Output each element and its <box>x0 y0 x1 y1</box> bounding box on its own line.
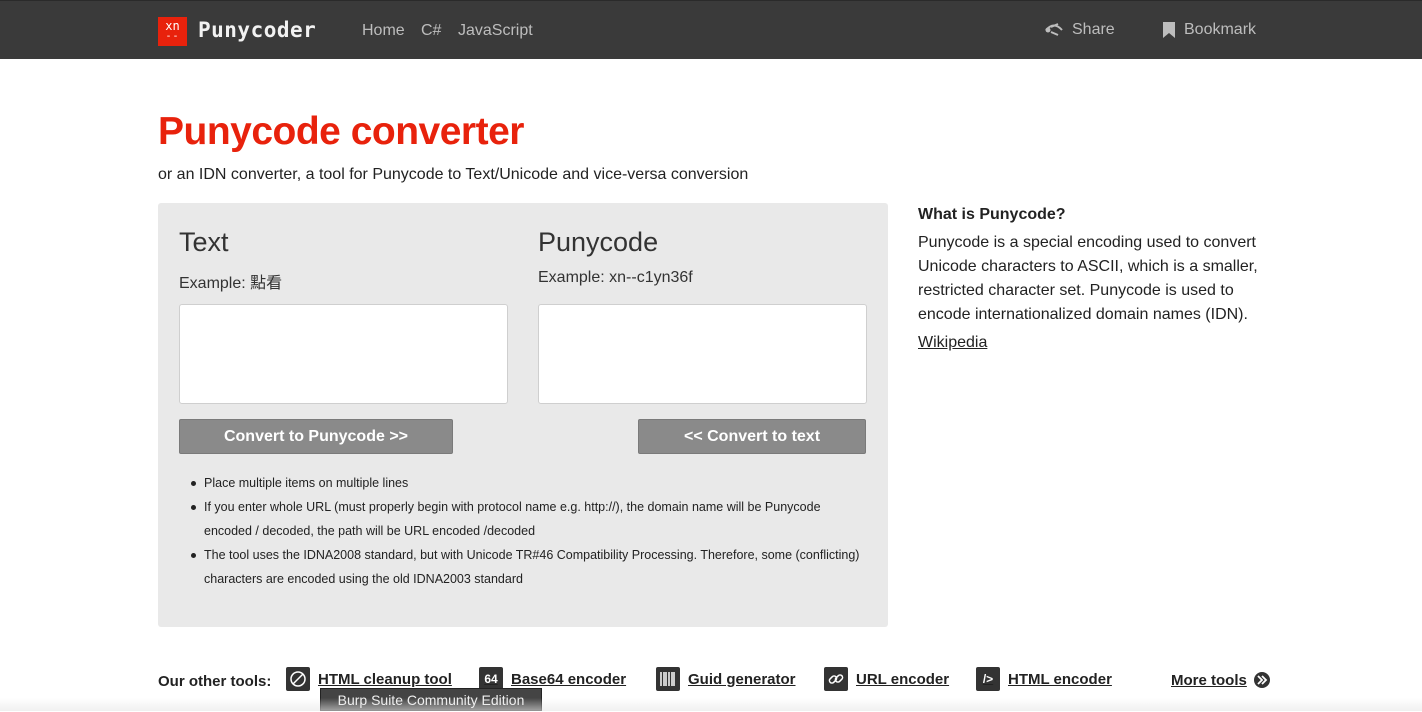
sidebar-heading: What is Punycode? <box>918 206 1066 223</box>
list-item: The tool uses the IDNA2008 standard, but… <box>191 543 864 591</box>
nav-csharp-link[interactable]: C# <box>421 22 441 40</box>
sidebar-body: Punycode is a special encoding used to c… <box>918 234 1258 323</box>
tool-link-guid[interactable]: Guid generator <box>656 667 796 691</box>
notes-list: Place multiple items on multiple lines I… <box>191 471 864 591</box>
tool-label: HTML cleanup tool <box>318 670 452 688</box>
logo-text-bottom: -- <box>165 31 180 42</box>
share-label: Share <box>1072 21 1115 38</box>
link-icon <box>824 667 848 691</box>
tool-label: Base64 encoder <box>511 670 627 688</box>
page-subtitle: or an IDN converter, a tool for Punycode… <box>158 166 749 183</box>
tool-label: Guid generator <box>688 670 796 688</box>
more-tools-link[interactable]: More tools <box>1171 671 1271 689</box>
more-tools-label: More tools <box>1171 671 1247 689</box>
html-cleanup-icon <box>286 667 310 691</box>
tool-label: URL encoder <box>856 670 950 688</box>
punycode-example: Example: xn--c1yn36f <box>538 269 693 286</box>
punycode-heading: Punycode <box>538 227 659 257</box>
tool-link-url-encoder[interactable]: URL encoder <box>824 667 949 691</box>
converter-panel: Text Example: 點看 Punycode Example: xn--c… <box>158 203 888 627</box>
double-chevron-right-icon <box>1253 672 1270 688</box>
list-item: If you enter whole URL (must properly be… <box>191 495 864 543</box>
bookmark-icon <box>1163 22 1175 38</box>
note-text: The tool uses the IDNA2008 standard, but… <box>204 548 467 562</box>
nav-home-link[interactable]: Home <box>362 22 405 40</box>
text-heading: Text <box>179 227 229 257</box>
page-title: Punycode converter <box>158 110 524 153</box>
tooltip: Burp Suite Community Edition <box>320 688 542 711</box>
convert-to-text-button[interactable]: << Convert to text <box>638 419 866 454</box>
wikipedia-link[interactable]: Wikipedia <box>918 334 987 352</box>
share-icon <box>1045 23 1063 36</box>
list-item: Place multiple items on multiple lines <box>191 471 864 495</box>
note-text: Place multiple items on multiple lines <box>204 476 409 490</box>
note-text: If you enter whole URL (must properly be… <box>204 500 821 538</box>
nav-javascript-link[interactable]: JavaScript <box>458 22 533 40</box>
unicode-tr46-link[interactable]: Unicode TR#46 Compatibility Processing <box>467 548 694 562</box>
convert-to-punycode-button[interactable]: Convert to Punycode >> <box>179 419 453 454</box>
text-example: Example: 點看 <box>179 275 283 292</box>
bookmark-label: Bookmark <box>1184 21 1257 38</box>
bottom-fade <box>0 698 1422 711</box>
top-navbar: xn -- Punycoder Home C# JavaScript Share… <box>0 0 1422 59</box>
bookmark-button[interactable]: Bookmark <box>1162 21 1256 39</box>
brand-name[interactable]: Punycoder <box>198 18 316 42</box>
barcode-icon <box>656 667 680 691</box>
tool-link-html-encoder[interactable]: /> HTML encoder <box>976 667 1112 691</box>
punycoder-logo-icon[interactable]: xn -- <box>158 17 187 46</box>
punycode-input[interactable] <box>538 304 867 404</box>
tool-label: HTML encoder <box>1008 670 1112 688</box>
share-button[interactable]: Share <box>1044 21 1115 39</box>
other-tools-label: Our other tools: <box>158 673 272 690</box>
text-input[interactable] <box>179 304 508 404</box>
code-icon: /> <box>976 667 1000 691</box>
